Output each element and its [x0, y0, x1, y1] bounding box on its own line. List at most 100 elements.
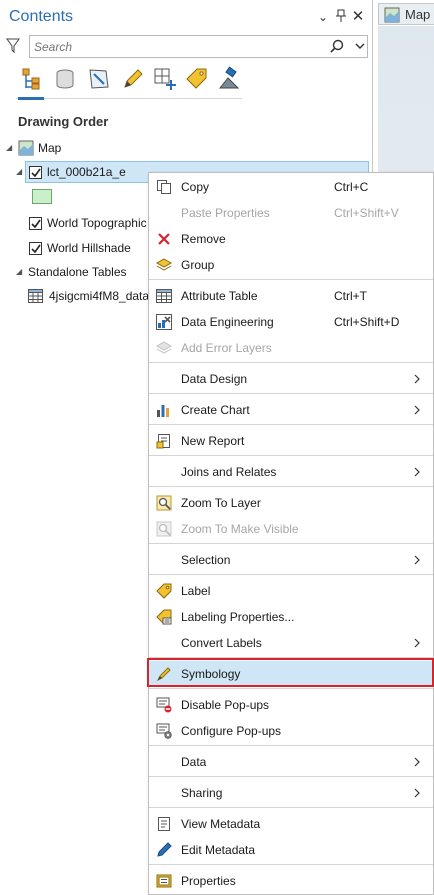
menu-item-create-chart[interactable]: Create Chart	[149, 397, 433, 423]
drawing-order-icon[interactable]	[18, 66, 44, 92]
menu-label: Sharing	[181, 786, 223, 800]
menu-separator	[149, 574, 433, 575]
menu-item-sharing[interactable]: Sharing	[149, 780, 433, 806]
perspective-imagery-icon[interactable]	[216, 66, 242, 92]
menu-label: Zoom To Make Visible	[181, 522, 299, 536]
menu-label: Disable Pop-ups	[181, 698, 270, 712]
expanded-triangle-icon[interactable]: ◢	[16, 167, 26, 177]
edit-metadata-pencil-icon	[157, 842, 172, 857]
map-icon	[18, 140, 34, 156]
menu-label: New Report	[181, 434, 245, 448]
tree-item-world-topographic[interactable]: World Topographic	[28, 213, 158, 233]
bar-chart-icon	[157, 405, 169, 417]
chevron-right-icon	[414, 757, 420, 767]
tree-label-hillshade: World Hillshade	[47, 241, 131, 255]
menu-item-configure-popups[interactable]: Configure Pop-ups	[149, 718, 433, 744]
snapping-icon[interactable]	[152, 66, 178, 92]
active-view-indicator	[18, 97, 44, 100]
menu-item-disable-popups[interactable]: Disable Pop-ups	[149, 692, 433, 718]
menu-separator	[149, 776, 433, 777]
menu-item-new-report[interactable]: New Report	[149, 428, 433, 454]
menu-item-selection[interactable]: Selection	[149, 547, 433, 573]
menu-item-properties[interactable]: Properties	[149, 868, 433, 894]
view-metadata-icon	[158, 817, 170, 831]
menu-separator	[149, 279, 433, 280]
menu-item-data[interactable]: Data	[149, 749, 433, 775]
menu-label: Zoom To Layer	[181, 496, 261, 510]
tree-label-standalone: Standalone Tables	[28, 265, 127, 279]
tree-item-table[interactable]: 4jsigcmi4fM8_data	[28, 286, 158, 306]
menu-item-group[interactable]: Group	[149, 252, 433, 278]
menu-item-paste-properties: Paste Properties Ctrl+Shift+V	[149, 200, 433, 226]
tree-item-map[interactable]: ◢ Map	[6, 138, 206, 158]
pin-icon[interactable]	[334, 9, 348, 25]
menu-item-symbology[interactable]: Symbology	[149, 661, 433, 687]
menu-item-view-metadata[interactable]: View Metadata	[149, 811, 433, 837]
search-input[interactable]	[34, 39, 324, 55]
label-tag-icon	[156, 583, 172, 599]
menu-separator	[149, 362, 433, 363]
menu-item-label[interactable]: Label	[149, 578, 433, 604]
menu-shortcut: Ctrl+C	[334, 180, 369, 194]
menu-item-attribute-table[interactable]: Attribute Table Ctrl+T	[149, 283, 433, 309]
data-engineering-icon	[156, 314, 172, 330]
menu-item-add-error-layers: Add Error Layers	[149, 335, 433, 361]
menu-separator	[149, 543, 433, 544]
menu-item-labeling-properties[interactable]: Labeling Properties...	[149, 604, 433, 630]
menu-item-zoom-to-make-visible: Zoom To Make Visible	[149, 516, 433, 542]
menu-item-zoom-to-layer[interactable]: Zoom To Layer	[149, 490, 433, 516]
tree-item-standalone-tables[interactable]: ◢ Standalone Tables	[16, 262, 156, 282]
menu-label: Joins and Relates	[181, 465, 277, 479]
chevron-right-icon	[414, 374, 420, 384]
menu-label: Selection	[181, 553, 231, 567]
menu-shortcut: Ctrl+Shift+V	[334, 206, 399, 220]
hillshade-visibility-checkbox[interactable]	[29, 242, 42, 255]
menu-separator	[149, 688, 433, 689]
chevron-down-icon[interactable]: ⌄	[316, 9, 330, 25]
map-tab-label: Map	[405, 7, 431, 22]
expanded-triangle-icon[interactable]: ◢	[6, 143, 16, 153]
expanded-triangle-icon[interactable]: ◢	[16, 267, 26, 277]
menu-separator	[149, 393, 433, 394]
chevron-down-icon[interactable]	[354, 40, 366, 52]
error-layers-icon	[156, 341, 172, 354]
tree-item-world-hillshade[interactable]: World Hillshade	[28, 238, 158, 258]
selection-view-icon[interactable]	[86, 66, 112, 92]
menu-label: Convert Labels	[181, 636, 262, 650]
menu-label: Properties	[181, 874, 236, 888]
topo-visibility-checkbox[interactable]	[29, 217, 42, 230]
close-icon[interactable]: ✕	[351, 9, 365, 25]
label-tag-icon[interactable]	[184, 66, 210, 92]
menu-label: Copy	[181, 180, 210, 194]
chevron-right-icon	[414, 405, 420, 415]
pencil-icon[interactable]	[120, 66, 146, 92]
menu-label: Attribute Table	[181, 289, 258, 303]
tree-label-topo: World Topographic	[47, 216, 147, 230]
menu-item-convert-labels[interactable]: Convert Labels	[149, 630, 433, 656]
symbol-swatch[interactable]	[32, 189, 52, 204]
search-icon[interactable]	[330, 39, 344, 53]
zoom-to-layer-icon	[156, 495, 172, 511]
map-tab[interactable]: Map	[378, 3, 434, 25]
filter-icon[interactable]	[6, 38, 20, 54]
menu-item-copy[interactable]: Copy Ctrl+C	[149, 174, 433, 200]
chevron-right-icon	[414, 467, 420, 477]
menu-shortcut: Ctrl+Shift+D	[334, 315, 400, 329]
pane-title: Contents	[9, 8, 74, 25]
menu-item-joins-relates[interactable]: Joins and Relates	[149, 459, 433, 485]
menu-item-remove[interactable]: Remove	[149, 226, 433, 252]
menu-item-data-design[interactable]: Data Design	[149, 366, 433, 392]
menu-separator	[149, 864, 433, 865]
menu-item-edit-metadata[interactable]: Edit Metadata	[149, 837, 433, 863]
menu-separator	[149, 424, 433, 425]
menu-separator	[149, 807, 433, 808]
menu-label: View Metadata	[181, 817, 261, 831]
database-icon[interactable]	[52, 66, 78, 92]
menu-label: Data Engineering	[181, 315, 274, 329]
layer-visibility-checkbox[interactable]	[29, 166, 42, 179]
menu-label: Symbology	[181, 667, 241, 681]
layer-context-menu: Copy Ctrl+C Paste Properties Ctrl+Shift+…	[148, 172, 434, 895]
menu-item-data-engineering[interactable]: Data Engineering Ctrl+Shift+D	[149, 309, 433, 335]
search-box[interactable]	[29, 35, 368, 58]
tree-label-table: 4jsigcmi4fM8_data	[49, 289, 150, 303]
